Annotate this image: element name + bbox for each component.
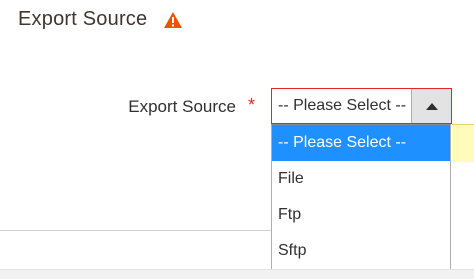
export-source-dropdown: -- Please Select -- File Ftp Sftp <box>271 124 451 270</box>
option-please-select[interactable]: -- Please Select -- <box>272 125 450 161</box>
section-title: Export Source <box>18 8 183 31</box>
field-error-background <box>452 124 474 162</box>
select-toggle-button[interactable] <box>411 89 451 123</box>
option-file[interactable]: File <box>272 161 450 197</box>
option-sftp[interactable]: Sftp <box>272 233 450 269</box>
caret-up-icon <box>425 102 438 110</box>
export-source-label: Export Source <box>128 97 236 116</box>
section-title-text: Export Source <box>18 8 148 30</box>
option-ftp[interactable]: Ftp <box>272 197 450 233</box>
required-marker: * <box>248 95 256 115</box>
section-divider <box>0 230 271 231</box>
export-source-select[interactable]: -- Please Select -- <box>271 88 452 124</box>
warning-icon <box>163 11 183 29</box>
bottom-bar <box>0 269 474 279</box>
select-current-value: -- Please Select -- <box>278 97 407 114</box>
export-source-page: Export Source Export Source * -- Please … <box>0 0 474 279</box>
